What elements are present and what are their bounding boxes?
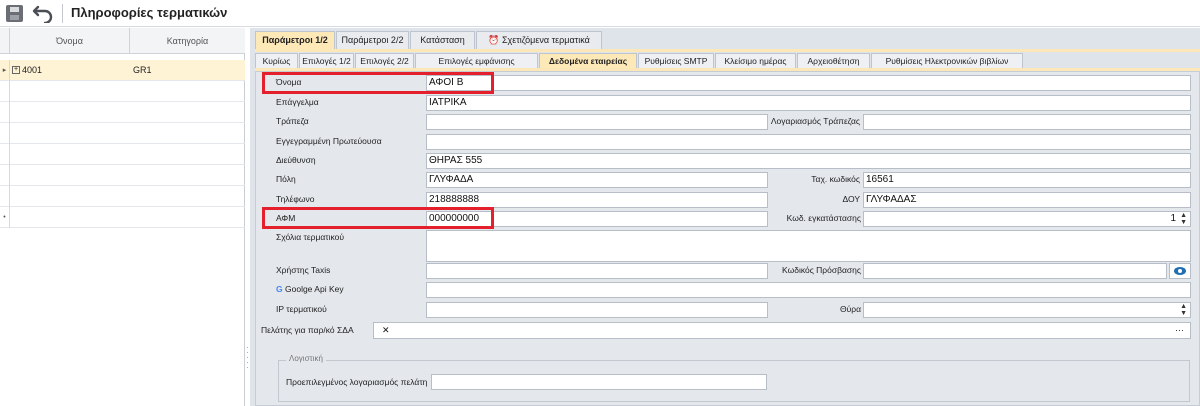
bank-account-label: Λογαριασμός Τράπεζας	[770, 116, 860, 126]
terminals-grid: Όνομα Κατηγορία ▸ + 4001 GR1 •	[0, 28, 245, 406]
access-code-label: Κωδικός Πρόσβασης	[782, 265, 861, 275]
row-indicator: ▸	[0, 60, 10, 81]
tax-office-field[interactable]: ΓΛΥΦΑΔΑΣ	[863, 192, 1191, 208]
google-api-key-label: G Goolge Api Key	[276, 282, 344, 296]
profession-field[interactable]: ΙΑΤΡΙΚΑ	[426, 95, 1191, 111]
city-field[interactable]: ΓΛΥΦΑΔΑ	[426, 172, 768, 188]
row-indicator	[0, 186, 10, 207]
table-row-empty	[0, 165, 245, 186]
table-row-empty	[0, 123, 245, 144]
installation-code-value: 1	[1170, 213, 1176, 224]
tax-office-label: ΔΟΥ	[842, 194, 860, 204]
postal-code-field[interactable]: 16561	[863, 172, 1191, 188]
alarm-clock-icon: ⏰	[488, 35, 500, 45]
spin-icon[interactable]: ▲ ▼	[1180, 303, 1187, 317]
cell-name: 4001	[22, 65, 43, 75]
table-row-empty	[0, 102, 245, 123]
table-row-empty: •	[0, 207, 245, 228]
registered-capital-field[interactable]	[426, 134, 1191, 150]
profession-label: Επάγγελμα	[276, 97, 319, 107]
subtab-options-2[interactable]: Επιλογές 2/2	[355, 53, 414, 68]
toolbar-separator	[62, 4, 63, 23]
row-indicator	[0, 144, 10, 165]
port-field[interactable]: ▲ ▼	[863, 302, 1191, 318]
taxis-user-label: Χρήστης Taxis	[276, 265, 331, 275]
tab-related-terminals[interactable]: ⏰ Σχετιζόμενα τερματικά	[476, 31, 602, 49]
google-icon: G	[276, 284, 283, 294]
google-api-key-label-text: Goolge Api Key	[285, 284, 344, 294]
tab-parameters-1[interactable]: Παράμετροι 1/2	[255, 31, 335, 49]
subtab-company-data[interactable]: Δεδομένα εταιρείας	[539, 53, 637, 68]
title-bar: Πληροφορίες τερματικών	[0, 0, 1200, 27]
installation-code-label: Κωδ. εγκατάστασης	[786, 213, 861, 223]
row-indicator: •	[0, 207, 10, 228]
row-indicator	[0, 165, 10, 186]
accounting-group-title: Λογιστική	[286, 354, 326, 363]
phone-field[interactable]: 218888888	[426, 192, 768, 208]
table-row-empty	[0, 144, 245, 165]
undo-icon[interactable]	[32, 3, 54, 23]
bank-account-field[interactable]	[863, 114, 1191, 130]
bank-field[interactable]	[426, 114, 768, 130]
name-field[interactable]: ΑΦΟΙ Β	[426, 75, 1191, 91]
save-icon[interactable]	[6, 5, 23, 22]
grid-header-gutter	[0, 28, 10, 54]
subtab-archiving[interactable]: Αρχειοθέτηση	[797, 53, 870, 68]
city-label: Πόλη	[276, 174, 296, 184]
google-api-key-field[interactable]	[426, 282, 1191, 298]
table-row-empty	[0, 186, 245, 207]
highlight-name	[262, 72, 494, 94]
default-account-field[interactable]	[431, 374, 767, 390]
address-field[interactable]: ΘΗΡΑΣ 555	[426, 153, 1191, 169]
eye-icon[interactable]	[1169, 263, 1191, 279]
port-label: Θύρα	[839, 304, 861, 314]
address-label: Διεύθυνση	[276, 155, 316, 165]
sda-client-field[interactable]: ✕ ···	[373, 322, 1191, 339]
tab-related-terminals-label: Σχετιζόμενα τερματικά	[501, 35, 590, 45]
subtab-options-1[interactable]: Επιλογές 1/2	[299, 53, 354, 68]
window-title: Πληροφορίες τερματικών	[71, 5, 228, 20]
subtab-ebooks[interactable]: Ρυθμίσεις Ηλεκτρονικών βιβλίων	[871, 53, 1023, 68]
table-row-empty	[0, 81, 245, 102]
subtab-smtp[interactable]: Ρυθμίσεις SMTP	[638, 53, 714, 68]
more-icon[interactable]: ···	[1175, 323, 1184, 337]
taxis-user-field[interactable]	[426, 263, 768, 279]
installation-code-field[interactable]: 1 ▲ ▼	[863, 211, 1191, 227]
comments-field[interactable]	[426, 230, 1191, 262]
subtab-main[interactable]: Κυρίως	[255, 53, 298, 68]
tab-parameters-2[interactable]: Παράμετροι 2/2	[336, 31, 409, 49]
default-account-label: Προεπιλεγμένος λογαριασμός πελάτη	[286, 377, 428, 387]
clear-icon[interactable]: ✕	[382, 323, 390, 337]
row-indicator	[0, 81, 10, 102]
column-header-category[interactable]: Κατηγορία	[130, 28, 245, 54]
phone-label: Τηλέφωνο	[276, 194, 315, 204]
comments-label: Σχόλια τερματικού	[276, 232, 345, 242]
sda-client-label: Πελάτης για παρ/κό ΣΔΑ	[261, 325, 354, 335]
terminal-ip-label: IP τερματικού	[276, 304, 327, 314]
column-header-name[interactable]: Όνομα	[10, 28, 130, 54]
cell-category: GR1	[133, 65, 152, 75]
bank-label: Τράπεζα	[276, 116, 309, 126]
tab-strip-line	[255, 49, 1200, 52]
expand-icon[interactable]: +	[12, 66, 20, 74]
grid-header: Όνομα Κατηγορία	[0, 28, 245, 54]
terminal-ip-field[interactable]	[426, 302, 768, 318]
subtab-display-options[interactable]: Επιλογές εμφάνισης	[415, 53, 538, 68]
spin-icon[interactable]: ▲ ▼	[1180, 212, 1187, 226]
highlight-vat	[262, 207, 494, 229]
company-data-form: Όνομα ΑΦΟΙ Β Επάγγελμα ΙΑΤΡΙΚΑ Τράπεζα Λ…	[255, 71, 1200, 406]
tab-status[interactable]: Κατάσταση	[410, 31, 475, 49]
row-indicator	[0, 102, 10, 123]
subtab-day-close[interactable]: Κλείσιμο ημέρας	[715, 53, 796, 68]
table-row[interactable]: ▸ + 4001 GR1	[0, 60, 245, 81]
registered-capital-label: Εγγεγραμμένη Πρωτεύουσα	[276, 136, 382, 146]
row-indicator	[0, 123, 10, 144]
postal-code-label: Ταχ. κωδικός	[811, 174, 860, 184]
details-pane: Παράμετροι 1/2 Παράμετροι 2/2 Κατάσταση …	[250, 28, 1200, 406]
access-code-field[interactable]	[863, 263, 1167, 279]
